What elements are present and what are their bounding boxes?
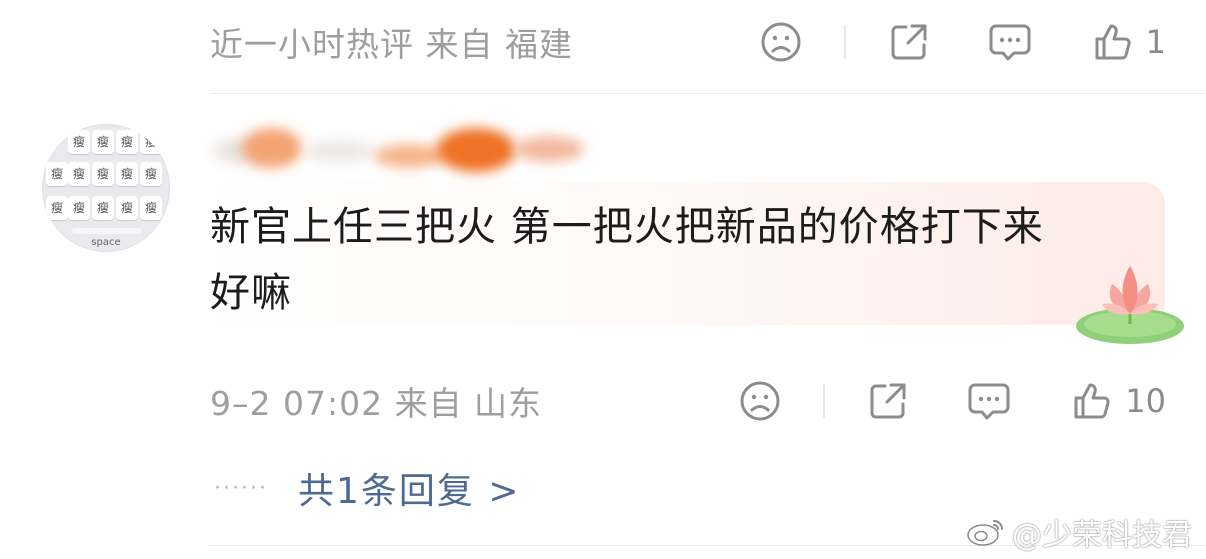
comment-text-line: 好嘛 <box>210 270 292 316</box>
comment-actions: 10 <box>739 376 1166 426</box>
avatar-key: 瘦 <box>140 130 162 154</box>
comment-meta-row: 9–2 07:02 来自 山东 10 <box>210 371 1166 431</box>
comment-text-line: 新官上任三把火 第一把火把新品的价格打下来 <box>210 204 1044 250</box>
avatar-key: 瘦 <box>92 130 114 154</box>
share-icon <box>870 383 906 419</box>
share-button[interactable] <box>867 376 909 426</box>
lotus-icon <box>1076 266 1184 344</box>
comment-text: 新官上任三把火 第一把火把新品的价格打下来 好嘛 <box>210 194 1140 326</box>
watermark: @少荣科技君 <box>966 510 1192 554</box>
sad-face-icon <box>740 381 780 421</box>
username-redacted[interactable] <box>214 120 604 184</box>
thumbs-up-icon <box>1095 24 1131 60</box>
avatar-key: 瘦 <box>68 196 90 220</box>
avatar-key: 瘦 <box>140 196 162 220</box>
like-button[interactable]: 10 <box>1071 376 1166 426</box>
top-comment-meta-row: 近一小时热评 来自 福建 1 <box>210 12 1166 72</box>
comment-icon <box>989 24 1031 61</box>
avatar-key: 瘦 <box>140 162 162 186</box>
dislike-button[interactable] <box>739 376 781 426</box>
thumbs-up-icon <box>1074 383 1110 419</box>
avatar[interactable]: 瘦 瘦 瘦 瘦 瘦 瘦 瘦 瘦 瘦 瘦 瘦 瘦 瘦 瘦 space <box>42 124 170 252</box>
avatar-space-bar <box>72 228 142 234</box>
comment-button[interactable] <box>988 17 1032 67</box>
avatar-key: 瘦 <box>92 196 114 220</box>
comment-icon <box>968 383 1010 420</box>
avatar-key: 瘦 <box>68 130 90 154</box>
like-count: 1 <box>1145 23 1166 61</box>
comment-meta: 9–2 07:02 来自 山东 <box>210 384 543 423</box>
like-count: 10 <box>1125 382 1166 420</box>
avatar-key: 瘦 <box>68 162 90 186</box>
avatar-key: 瘦 <box>46 162 68 186</box>
comment-divider <box>210 93 1206 94</box>
avatar-key: 瘦 <box>92 162 114 186</box>
avatar-key: 瘦 <box>116 162 138 186</box>
action-separator <box>843 25 846 59</box>
avatar-space-label: space <box>91 237 121 248</box>
avatar-key: 瘦 <box>46 196 68 220</box>
replies-row: ······ 共1条回复 > <box>214 462 520 514</box>
share-button[interactable] <box>888 17 930 67</box>
action-separator <box>823 384 826 418</box>
comment-button[interactable] <box>967 376 1011 426</box>
top-comment-actions: 1 <box>760 17 1166 67</box>
weibo-logo-icon <box>967 520 1003 546</box>
like-button[interactable]: 1 <box>1092 17 1166 67</box>
sad-face-icon <box>761 22 801 62</box>
replies-dots: ······ <box>214 475 268 501</box>
share-icon <box>891 24 927 60</box>
watermark-text: @少荣科技君 <box>1012 518 1192 553</box>
top-comment-meta: 近一小时热评 来自 福建 <box>210 25 573 64</box>
avatar-key: 瘦 <box>116 196 138 220</box>
avatar-key: 瘦 <box>116 130 138 154</box>
dislike-button[interactable] <box>760 17 802 67</box>
view-replies-link[interactable]: 共1条回复 > <box>298 462 521 514</box>
